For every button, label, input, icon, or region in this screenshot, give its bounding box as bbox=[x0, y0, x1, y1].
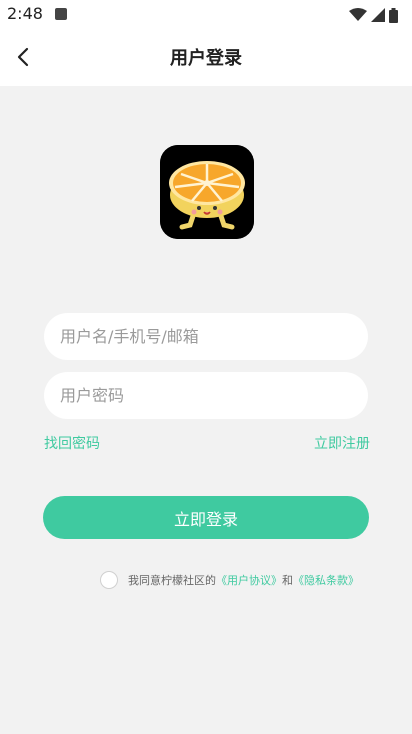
password-input[interactable] bbox=[44, 372, 368, 419]
agreement-conjunction: 和 bbox=[282, 574, 293, 587]
orange-mascot-icon bbox=[160, 145, 254, 239]
login-button[interactable]: 立即登录 bbox=[43, 496, 369, 539]
status-icons bbox=[349, 6, 398, 24]
notification-icon bbox=[55, 8, 67, 20]
app-bar: 用户登录 bbox=[0, 30, 412, 86]
status-bar: 2:48 bbox=[0, 0, 412, 30]
status-time: 2:48 bbox=[7, 4, 43, 23]
agreement-text: 我同意柠檬社区的 bbox=[128, 574, 216, 587]
register-link[interactable]: 立即注册 bbox=[314, 433, 370, 453]
page-title: 用户登录 bbox=[170, 48, 242, 69]
signal-icon bbox=[371, 8, 385, 22]
privacy-policy-link[interactable]: 《隐私条款》 bbox=[293, 572, 359, 588]
forgot-password-link[interactable]: 找回密码 bbox=[44, 433, 100, 453]
agreement-checkbox[interactable] bbox=[100, 571, 118, 589]
app-logo bbox=[160, 145, 254, 239]
username-input[interactable] bbox=[44, 313, 368, 360]
battery-icon bbox=[389, 7, 398, 23]
agreement-row: 我同意柠檬社区的 《用户协议》 和 《隐私条款》 bbox=[100, 570, 359, 590]
user-agreement-link[interactable]: 《用户协议》 bbox=[216, 572, 282, 588]
wifi-icon bbox=[349, 8, 367, 21]
